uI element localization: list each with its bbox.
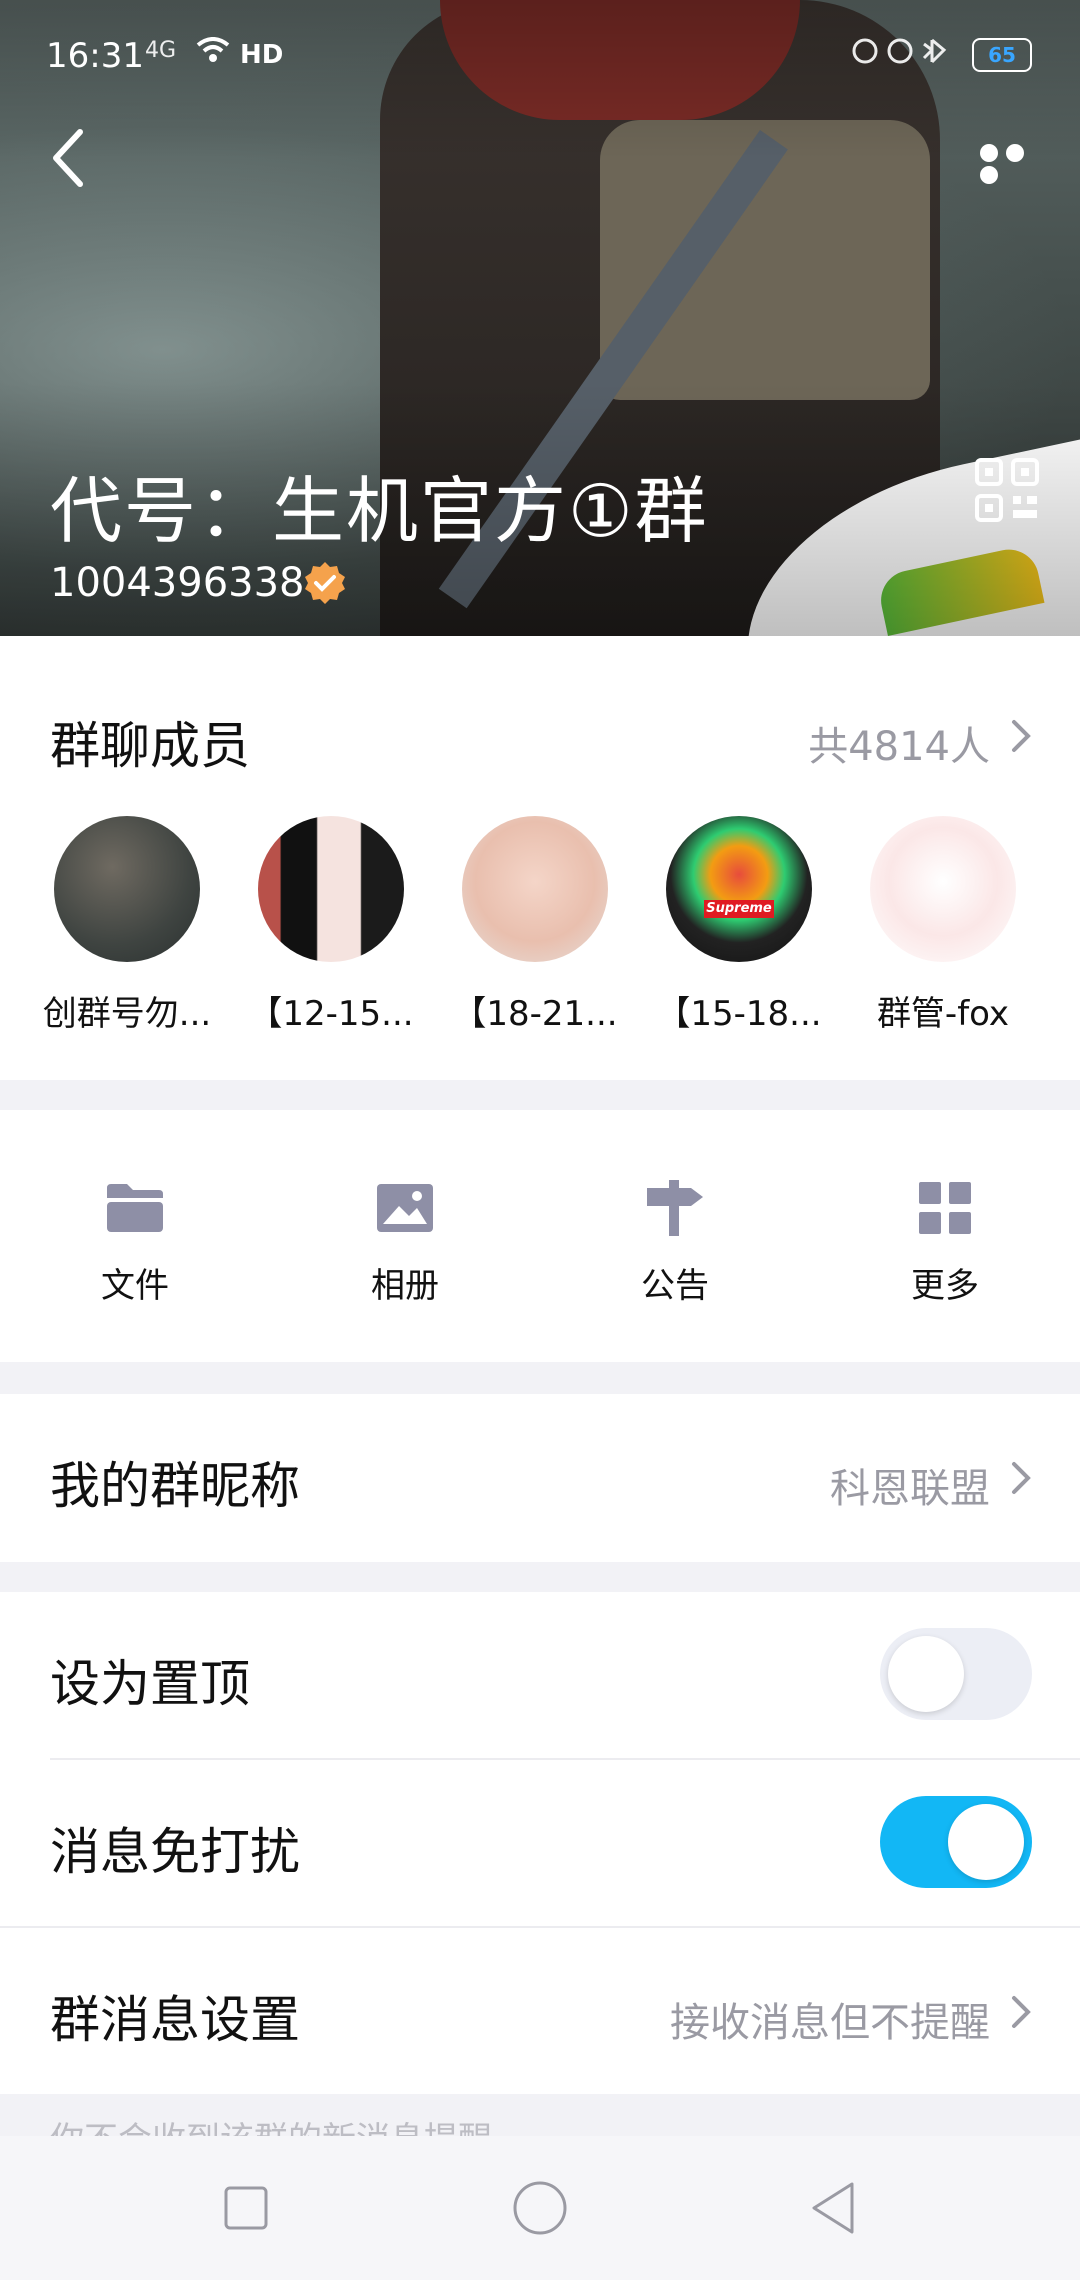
- tool-announcement[interactable]: 公告: [580, 1178, 770, 1307]
- message-settings-row[interactable]: 群消息设置 接收消息但不提醒: [0, 1928, 1080, 2094]
- member-item[interactable]: 【18-21...: [440, 816, 630, 1036]
- chat-settings-section: 设为置顶 消息免打扰 群消息设置 接收消息但不提醒: [0, 1592, 1080, 2094]
- tool-more[interactable]: 更多: [850, 1178, 1040, 1307]
- battery-icon: 65: [972, 38, 1032, 72]
- chevron-right-icon[interactable]: [1010, 718, 1032, 754]
- member-item[interactable]: 群管-fox: [848, 816, 1038, 1036]
- tool-label: 更多: [911, 1266, 979, 1306]
- member-avatar-list: 创群号勿... 【12-15... 【18-21... Supreme 【15-…: [43, 816, 1050, 1036]
- member-avatar: Supreme: [666, 816, 812, 962]
- qr-code-icon[interactable]: [975, 458, 1039, 522]
- status-time: 16:31: [46, 36, 144, 76]
- wifi-icon: [196, 36, 230, 71]
- image-icon: [377, 1184, 433, 1232]
- divider: [50, 1758, 1080, 1760]
- triangle-back-icon[interactable]: [774, 2136, 894, 2280]
- chevron-right-icon: [1010, 1994, 1032, 2030]
- member-item[interactable]: Supreme 【15-18...: [644, 816, 834, 1036]
- square-icon[interactable]: [186, 2136, 306, 2280]
- verified-badge-icon: [302, 560, 348, 606]
- members-section: 群聊成员 共4814人 创群号勿... 【12-15... 【18-21... …: [0, 636, 1080, 1080]
- supreme-logo: Supreme: [704, 900, 774, 918]
- nickname-value: 科恩联盟: [830, 1466, 990, 1512]
- message-settings-value: 接收消息但不提醒: [670, 2000, 990, 2046]
- tool-label: 相册: [371, 1266, 439, 1306]
- message-settings-label: 群消息设置: [50, 1991, 300, 2049]
- network-type: 4G: [145, 38, 177, 63]
- back-arrow-icon[interactable]: [48, 128, 88, 187]
- nickname-label: 我的群昵称: [50, 1457, 300, 1515]
- signpost-icon: [647, 1180, 703, 1236]
- members-title: 群聊成员: [50, 717, 250, 775]
- member-avatar: [54, 816, 200, 962]
- mute-toggle[interactable]: [880, 1796, 1032, 1888]
- member-name: 【18-21...: [452, 994, 618, 1034]
- my-nickname-row[interactable]: 我的群昵称 科恩联盟: [0, 1394, 1080, 1562]
- member-avatar: [870, 816, 1016, 962]
- member-name: 【12-15...: [248, 994, 414, 1034]
- member-name: 创群号勿...: [42, 994, 212, 1034]
- folder-icon: [107, 1184, 163, 1232]
- hd-indicator: HD: [240, 40, 284, 70]
- toggle-knob: [888, 1636, 964, 1712]
- system-nav-bar: [0, 2136, 1080, 2280]
- pin-toggle[interactable]: [880, 1628, 1032, 1720]
- member-item[interactable]: 【12-15...: [236, 816, 426, 1036]
- battery-level: 65: [988, 43, 1016, 67]
- member-avatar: [258, 816, 404, 962]
- circle-icon[interactable]: [480, 2136, 600, 2280]
- alarm-bluetooth-icons: [850, 36, 960, 74]
- tool-files[interactable]: 文件: [40, 1178, 230, 1307]
- group-tools-section: 文件 相册 公告 更多: [0, 1110, 1080, 1362]
- more-options-icon[interactable]: [980, 144, 1056, 184]
- member-name: 群管-fox: [876, 994, 1010, 1034]
- tool-label: 文件: [101, 1266, 169, 1306]
- member-avatar: [462, 816, 608, 962]
- group-id: 1004396338: [50, 560, 305, 606]
- group-name: 代号：生机官方①群: [50, 469, 709, 553]
- member-item[interactable]: 创群号勿...: [32, 816, 222, 1036]
- toggle-knob: [948, 1804, 1024, 1880]
- tool-album[interactable]: 相册: [310, 1178, 500, 1307]
- member-name: 【15-18...: [656, 994, 822, 1034]
- grid-icon: [919, 1182, 971, 1234]
- member-count[interactable]: 共4814人: [808, 714, 990, 772]
- tool-label: 公告: [641, 1266, 709, 1306]
- status-bar: 16:31 4G HD 65: [0, 0, 1080, 110]
- chevron-right-icon: [1010, 1460, 1032, 1496]
- pin-label: 设为置顶: [50, 1655, 250, 1713]
- mute-label: 消息免打扰: [50, 1823, 300, 1881]
- group-cover-header: 16:31 4G HD 65 代号：生机官方①群 1004396338: [0, 0, 1080, 636]
